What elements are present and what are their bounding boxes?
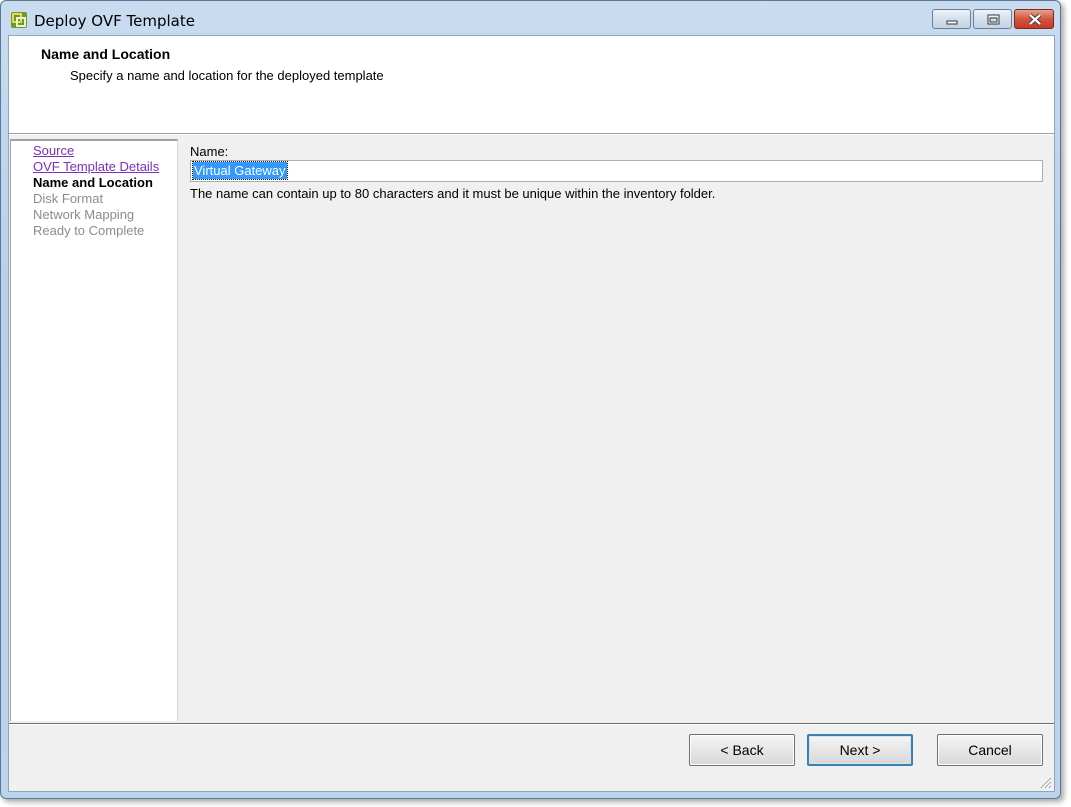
name-input[interactable]: Virtual Gateway — [190, 160, 1043, 182]
name-help-text: The name can contain up to 80 characters… — [190, 186, 716, 201]
step-source[interactable]: Source — [33, 143, 159, 159]
page-title: Name and Location — [41, 46, 171, 62]
title-bar[interactable]: Deploy OVF Template — [1, 1, 1060, 35]
maximize-icon — [987, 14, 1000, 25]
deploy-ovf-window: Deploy OVF Template Name and Location Sp… — [0, 0, 1061, 799]
resize-grip-icon[interactable] — [1039, 776, 1052, 789]
maximize-button[interactable] — [973, 9, 1012, 29]
step-name-and-location: Name and Location — [33, 175, 153, 190]
wizard-steps-list: Source OVF Template Details Name and Loc… — [33, 143, 159, 239]
name-label: Name: — [190, 144, 229, 159]
minimize-button[interactable] — [932, 9, 971, 29]
close-button[interactable] — [1014, 9, 1054, 29]
close-icon — [1028, 13, 1042, 26]
page-subtitle: Specify a name and location for the depl… — [70, 68, 384, 83]
step-network-mapping: Network Mapping — [33, 207, 135, 222]
wizard-steps-panel: Source OVF Template Details Name and Loc… — [10, 139, 178, 721]
header-divider — [9, 134, 1054, 135]
name-input-value: Virtual Gateway — [192, 161, 288, 180]
footer-divider — [9, 724, 1054, 725]
dialog-client-area: Name and Location Specify a name and loc… — [8, 35, 1055, 792]
next-button[interactable]: Next > — [807, 734, 913, 766]
cancel-button[interactable]: Cancel — [937, 734, 1043, 766]
wizard-header: Name and Location Specify a name and loc… — [9, 36, 1054, 134]
back-button[interactable]: < Back — [689, 734, 795, 766]
step-ready-to-complete: Ready to Complete — [33, 223, 145, 238]
step-disk-format: Disk Format — [33, 191, 104, 206]
wizard-footer: < Back Next > Cancel — [9, 723, 1054, 791]
vsphere-app-icon — [10, 11, 28, 29]
window-title: Deploy OVF Template — [34, 12, 195, 30]
minimize-icon — [946, 20, 958, 25]
step-ovf-template-details[interactable]: OVF Template Details — [33, 159, 159, 175]
